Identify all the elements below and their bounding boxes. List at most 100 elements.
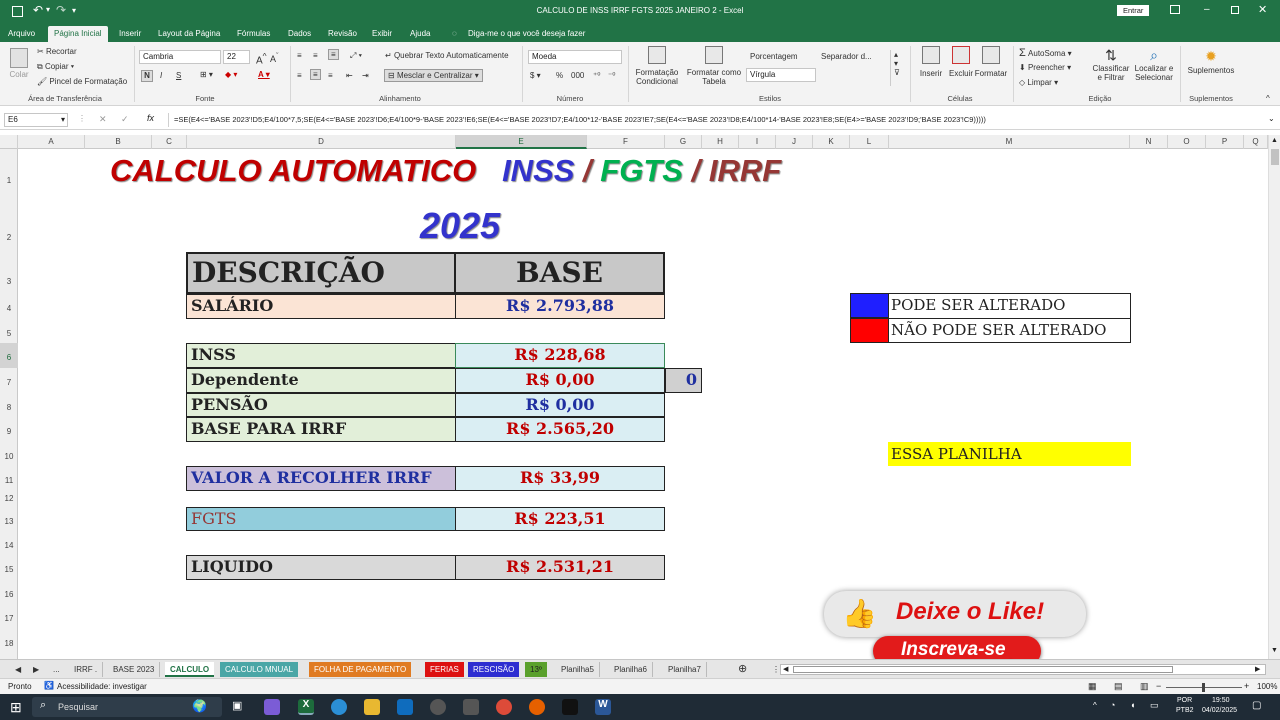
irrf-value[interactable]: R$ 33,99 bbox=[455, 466, 665, 491]
mail-icon[interactable] bbox=[397, 699, 413, 715]
worksheet-grid[interactable]: CALCULO AUTOMATICO INSS / FGTS / IRRF 20… bbox=[18, 149, 1268, 659]
row-header[interactable]: 14 bbox=[0, 531, 18, 555]
column-header[interactable]: L bbox=[850, 135, 889, 149]
sheet-tab-base-2023[interactable]: BASE 2023 bbox=[108, 662, 161, 677]
header-base[interactable]: BASE bbox=[454, 252, 665, 294]
paste-button[interactable]: Colar bbox=[6, 48, 32, 79]
base-irrf-label[interactable]: BASE PARA IRRF bbox=[186, 417, 456, 442]
tell-me-box[interactable]: Diga-me o que você deseja fazer bbox=[462, 26, 591, 42]
undo-dropdown-icon[interactable]: ▾ bbox=[46, 5, 50, 14]
restore-icon[interactable] bbox=[1231, 6, 1239, 14]
row-header[interactable]: 7 bbox=[0, 368, 18, 393]
sheet-tab-rescisao[interactable]: RESCISÃO bbox=[468, 662, 520, 677]
merge-center-button[interactable]: ⊟ Mesclar e Centralizar ▾ bbox=[384, 69, 483, 82]
chrome-icon[interactable] bbox=[496, 699, 512, 715]
number-format-select[interactable]: Moeda bbox=[528, 50, 622, 64]
signin-button[interactable]: Entrar bbox=[1117, 5, 1150, 16]
tab-pagina-inicial[interactable]: Página Inicial bbox=[48, 26, 108, 42]
sheet-tab-planilha6[interactable]: Planilha6 bbox=[609, 662, 653, 677]
conditional-format-button[interactable]: Formatação Condicional bbox=[632, 46, 682, 86]
sheet-tab-planilha7[interactable]: Planilha7 bbox=[663, 662, 707, 677]
inss-label[interactable]: INSS bbox=[186, 343, 456, 368]
pensao-label[interactable]: PENSÃO bbox=[186, 393, 456, 417]
sheet-tab-more[interactable]: ... bbox=[48, 662, 65, 677]
borders-icon[interactable]: ⊞ ▾ bbox=[200, 70, 213, 79]
tab-ajuda[interactable]: Ajuda bbox=[404, 26, 436, 42]
align-middle-icon[interactable]: ≡ bbox=[313, 51, 318, 60]
align-left-icon[interactable]: ≡ bbox=[297, 71, 302, 80]
base-irrf-value[interactable]: R$ 2.565,20 bbox=[455, 417, 665, 442]
cut-button[interactable]: ✂ Recortar bbox=[37, 47, 77, 56]
scroll-right-icon[interactable]: ▶ bbox=[1255, 665, 1260, 673]
language-indicator[interactable]: POR bbox=[1177, 697, 1192, 704]
keyboard-layout[interactable]: PTB2 bbox=[1176, 707, 1194, 714]
autosum-button[interactable]: Σ AutoSoma ▾ bbox=[1019, 47, 1072, 59]
name-box[interactable]: E6 ▾ bbox=[4, 113, 68, 127]
column-header[interactable]: D bbox=[187, 135, 456, 149]
next-sheet-icon[interactable]: ▶ bbox=[28, 662, 44, 677]
clear-button[interactable]: ◇ Limpar ▾ bbox=[1019, 78, 1058, 87]
fill-button[interactable]: ⬇ Preencher ▾ bbox=[1019, 63, 1071, 72]
wrap-text-button[interactable]: ↵ Quebrar Texto Automaticamente bbox=[385, 51, 509, 60]
sheet-tab-ferias[interactable]: FERIAS bbox=[425, 662, 464, 677]
note-cell[interactable]: ESSA PLANILHA bbox=[888, 442, 1131, 466]
formula-input[interactable]: =SE(E4<='BASE 2023'!D5;E4/100*7,5;SE(E4<… bbox=[168, 113, 1266, 127]
addins-button[interactable]: ✹ Suplementos bbox=[1186, 46, 1236, 75]
cancel-icon[interactable]: ✕ bbox=[99, 114, 107, 125]
zoom-level[interactable]: 100% bbox=[1257, 682, 1277, 691]
task-view-icon[interactable]: ▣ bbox=[232, 699, 248, 715]
expand-formula-icon[interactable]: ⌄ bbox=[1268, 114, 1275, 123]
row-header[interactable]: 9 bbox=[0, 417, 18, 442]
pensao-value[interactable]: R$ 0,00 bbox=[455, 393, 665, 417]
column-header[interactable]: B bbox=[85, 135, 152, 149]
row-header[interactable]: 6 bbox=[0, 343, 18, 368]
tab-revisao[interactable]: Revisão bbox=[322, 26, 363, 42]
sort-filter-button[interactable]: ⇅ Classificar e Filtrar bbox=[1090, 46, 1132, 82]
irrf-label[interactable]: VALOR A RECOLHER IRRF bbox=[186, 466, 456, 491]
currency-icon[interactable]: $ ▾ bbox=[530, 71, 541, 80]
taskbar-search-box[interactable]: ⌕ Pesquisar 🌍 bbox=[32, 697, 222, 717]
windows-start-icon[interactable]: ⊞ bbox=[10, 699, 22, 716]
dependente-label[interactable]: Dependente bbox=[186, 368, 456, 393]
inss-value[interactable]: R$ 228,68 bbox=[455, 343, 665, 368]
format-cells-button[interactable]: Formatar bbox=[974, 46, 1008, 78]
column-header[interactable]: O bbox=[1168, 135, 1206, 149]
row-header[interactable]: 11 bbox=[0, 466, 18, 491]
row-header[interactable]: 2 bbox=[0, 213, 18, 253]
format-as-table-button[interactable]: Formatar como Tabela bbox=[686, 46, 742, 86]
sheet-tab-planilha5[interactable]: Planilha5 bbox=[556, 662, 600, 677]
horizontal-scroll-thumb[interactable] bbox=[793, 666, 1173, 673]
column-header[interactable]: E bbox=[456, 135, 587, 149]
excel-taskbar-icon[interactable]: X bbox=[298, 699, 314, 715]
salario-label[interactable]: SALÁRIO bbox=[186, 294, 456, 319]
close-icon[interactable]: ✕ bbox=[1258, 3, 1267, 16]
row-header[interactable]: 16 bbox=[0, 580, 18, 604]
copilot-icon[interactable] bbox=[264, 699, 280, 715]
insert-function-icon[interactable]: fx bbox=[147, 113, 154, 123]
row-header[interactable]: 3 bbox=[0, 253, 18, 294]
column-header[interactable]: P bbox=[1206, 135, 1244, 149]
row-header[interactable]: 4 bbox=[0, 294, 18, 319]
clock-date[interactable]: 04/02/2025 bbox=[1202, 707, 1237, 714]
volume-icon[interactable]: ◖ bbox=[1130, 700, 1135, 710]
bold-button[interactable]: N bbox=[141, 70, 153, 82]
battery-icon[interactable]: ▭ bbox=[1150, 700, 1159, 711]
row-header[interactable]: 10 bbox=[0, 442, 18, 466]
collapse-ribbon-icon[interactable]: ^ bbox=[1266, 94, 1270, 103]
tab-dados[interactable]: Dados bbox=[282, 26, 317, 42]
column-header[interactable]: I bbox=[739, 135, 776, 149]
increase-decimal-icon[interactable]: ⁺⁰ bbox=[593, 71, 600, 80]
sheet-tab-calculo[interactable]: CALCULO bbox=[165, 662, 215, 677]
vertical-scroll-thumb[interactable] bbox=[1271, 149, 1279, 165]
shrink-font-icon[interactable]: Aˇ bbox=[270, 51, 279, 64]
add-sheet-icon[interactable]: ⊕ bbox=[733, 662, 752, 677]
scroll-left-icon[interactable]: ◀ bbox=[783, 665, 788, 673]
row-header[interactable]: 13 bbox=[0, 507, 18, 531]
align-top-icon[interactable]: ≡ bbox=[297, 51, 302, 60]
style-virgula[interactable]: Vírgula bbox=[746, 68, 816, 82]
liquido-value[interactable]: R$ 2.531,21 bbox=[455, 555, 665, 580]
align-right-icon[interactable]: ≡ bbox=[328, 71, 333, 80]
column-header[interactable]: C bbox=[152, 135, 187, 149]
minimize-icon[interactable]: – bbox=[1204, 4, 1210, 15]
font-color-icon[interactable]: A ▾ bbox=[258, 70, 270, 79]
